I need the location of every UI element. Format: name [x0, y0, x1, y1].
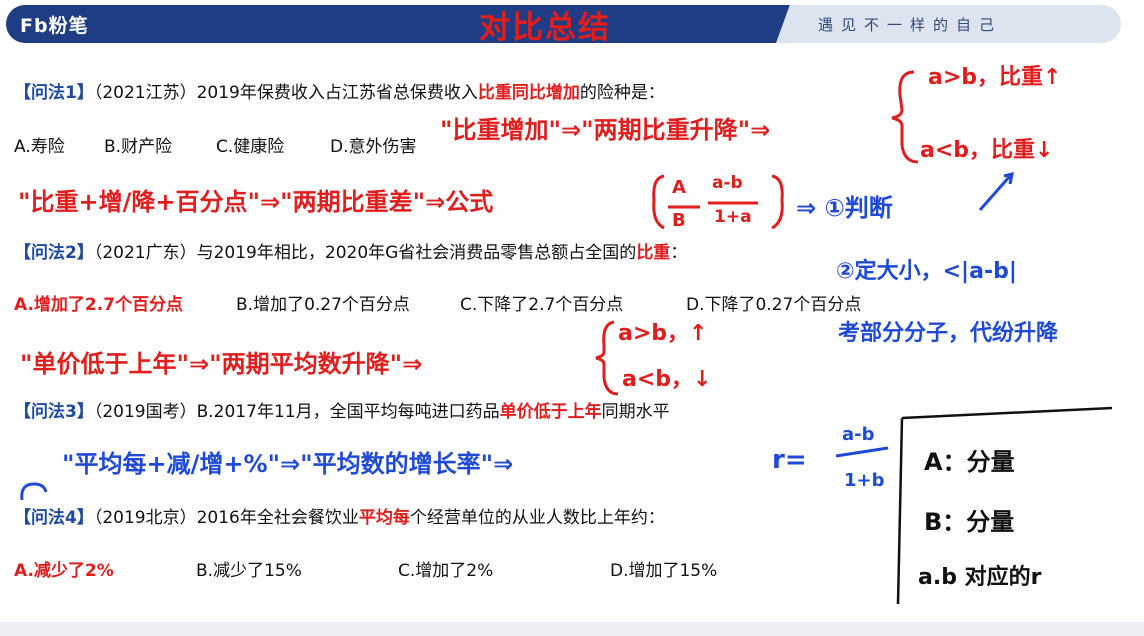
- blue-formula-r: r=: [772, 445, 807, 475]
- blue-formula-num: a-b: [842, 424, 875, 445]
- red-note-1: "比重增加"⇒"两期比重升降"⇒: [440, 116, 770, 144]
- footer-bar: [0, 622, 1144, 636]
- red-note-brace-top: a>b，比重↑: [928, 65, 1061, 90]
- red-note-brace2-top: a>b，↑: [618, 321, 707, 346]
- blue-note-2: ②定大小，<|a-b|: [836, 258, 1017, 284]
- red-note-brace2-bottom: a<b，↓: [622, 367, 711, 392]
- red-note-3: "单价低于上年"⇒"两期平均数升降"⇒: [20, 350, 422, 378]
- blue-note-1: ⇒ ①判断: [796, 194, 893, 222]
- blue-note-3: 考部分分子，代纷升降: [838, 320, 1059, 346]
- red-formula-b: B: [672, 210, 686, 231]
- box-note-a: A：分量: [924, 448, 1015, 476]
- slide: Fb粉笔 对比总结 遇见不一样的自己 【问法1】（2021江苏）2019年保费收…: [0, 0, 1144, 636]
- red-formula-1a: 1+a: [714, 207, 752, 227]
- red-note-brace-bottom: a<b，比重↓: [920, 138, 1053, 163]
- blue-note-4: "平均每+减/增+%"⇒"平均数的增长率"⇒: [62, 450, 513, 478]
- red-note-2: "比重+增/降+百分点"⇒"两期比重差"⇒公式: [18, 188, 493, 216]
- red-formula-ab: a-b: [712, 173, 743, 193]
- blue-formula-den: 1+b: [844, 470, 885, 491]
- box-note-ab: a.b 对应的r: [918, 564, 1042, 590]
- handwriting-layer: "比重增加"⇒"两期比重升降"⇒ a>b，比重↑ a<b，比重↓ "比重+增/降…: [18, 65, 1113, 605]
- red-formula-a: A: [672, 177, 686, 198]
- box-note-b: B：分量: [924, 508, 1014, 536]
